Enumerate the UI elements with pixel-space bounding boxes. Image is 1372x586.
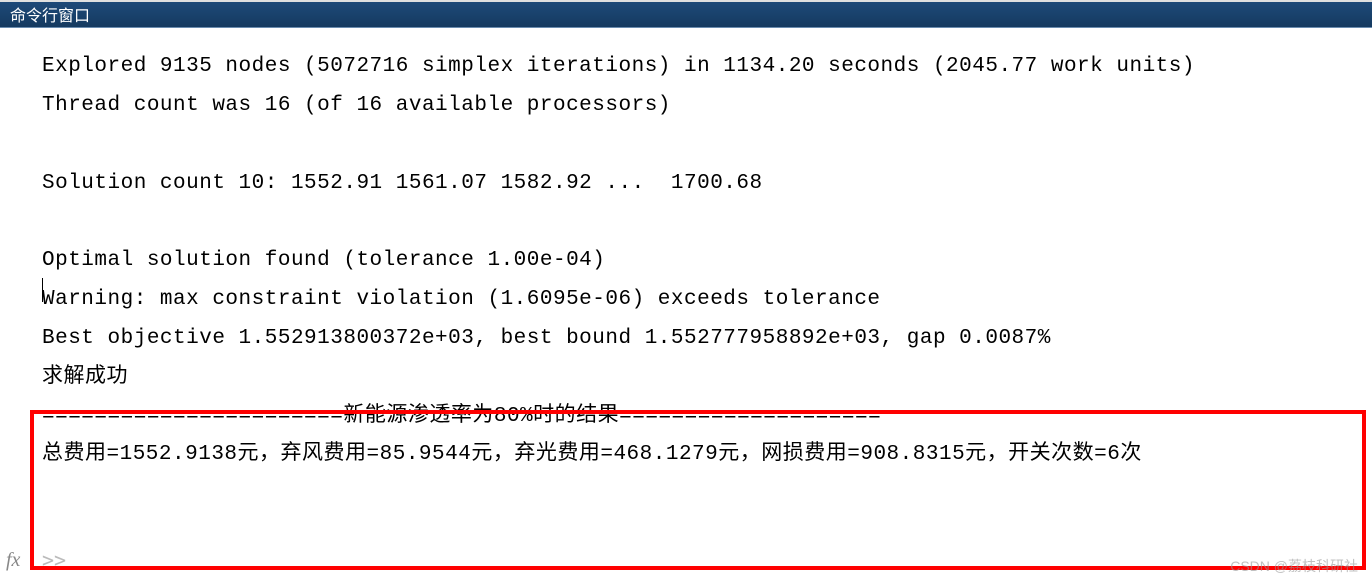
watermark: CSDN @荔枝科研社 [1230,556,1358,576]
output-line: Warning: max constraint violation (1.609… [42,288,881,311]
output-line: Best objective 1.552913800372e+03, best … [42,327,1051,350]
output-line: Explored 9135 nodes (5072716 simplex ite… [42,55,1195,78]
text-cursor [42,278,43,302]
command-prompt[interactable]: >> [42,548,66,572]
output-line: =======================新能源渗透率为80%时的结果===… [42,405,881,428]
output-line: 总费用=1552.9138元，弃风费用=85.9544元，弃光费用=468.12… [42,443,1142,466]
output-line: Optimal solution found (tolerance 1.00e-… [42,249,605,272]
output-line: Solution count 10: 1552.91 1561.07 1582.… [42,172,763,195]
window-title: 命令行窗口 [10,2,90,26]
fx-icon: fx [6,549,20,572]
window-title-bar: 命令行窗口 [0,0,1372,28]
output-line: Thread count was 16 (of 16 available pro… [42,94,671,117]
command-output-area[interactable]: Explored 9135 nodes (5072716 simplex ite… [0,28,1372,586]
console-output: Explored 9135 nodes (5072716 simplex ite… [0,28,1372,475]
top-border [0,0,1372,2]
output-line: 求解成功 [42,366,128,389]
